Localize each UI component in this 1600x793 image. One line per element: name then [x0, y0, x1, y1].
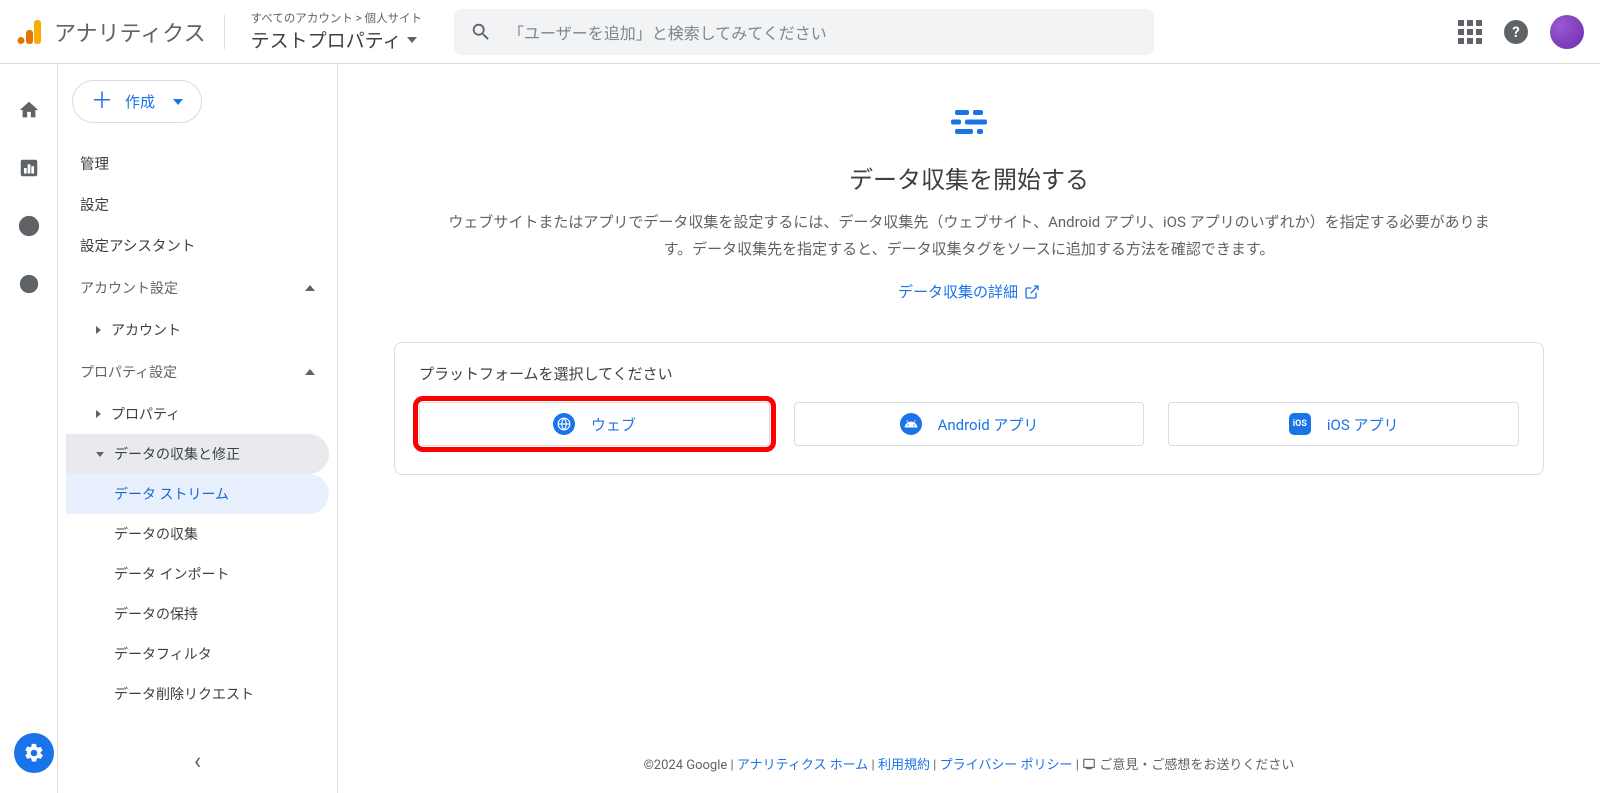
- hero-title: データ収集を開始する: [849, 160, 1089, 195]
- platform-ios-button[interactable]: iOS iOS アプリ: [1168, 402, 1519, 446]
- sidebar-item-admin[interactable]: 管理: [66, 143, 329, 184]
- card-title: プラットフォームを選択してください: [419, 363, 1519, 384]
- chevron-down-icon: [96, 452, 104, 457]
- chevron-right-icon: [96, 410, 101, 418]
- breadcrumb: すべてのアカウント > 個人サイト: [251, 10, 422, 26]
- web-icon: [553, 413, 575, 435]
- admin-sidebar: ＋ 作成 管理 設定 設定アシスタント アカウント設定 アカウント プロパティ設…: [58, 64, 338, 793]
- nav-rail: [0, 64, 58, 793]
- sidebar-item-data-deletion[interactable]: データ削除リクエスト: [66, 674, 329, 714]
- data-stream-icon: [951, 104, 987, 140]
- android-icon: [900, 413, 922, 435]
- admin-gear-icon[interactable]: [14, 733, 54, 773]
- apps-icon[interactable]: [1458, 20, 1482, 44]
- property-name: テストプロパティ: [251, 26, 402, 53]
- feedback-icon: [1082, 757, 1096, 775]
- chevron-down-icon: [173, 99, 183, 105]
- search-icon: [470, 21, 492, 43]
- app-header: アナリティクス すべてのアカウント > 個人サイト テストプロパティ 「ユーザー…: [0, 0, 1600, 64]
- divider: [224, 15, 225, 49]
- create-button[interactable]: ＋ 作成: [72, 80, 202, 123]
- account-section-header[interactable]: アカウント設定: [66, 266, 329, 310]
- property-section-header[interactable]: プロパティ設定: [66, 350, 329, 394]
- reports-icon[interactable]: [15, 154, 43, 182]
- sidebar-sub-data-collection[interactable]: データの収集と修正: [66, 434, 329, 474]
- platform-web-button[interactable]: ウェブ: [419, 402, 770, 446]
- chevron-up-icon: [305, 285, 315, 291]
- sidebar-sub-account[interactable]: アカウント: [66, 310, 329, 350]
- property-selector[interactable]: すべてのアカウント > 個人サイト テストプロパティ: [243, 8, 430, 55]
- main-content: データ収集を開始する ウェブサイトまたはアプリでデータ収集を設定するには、データ…: [338, 64, 1600, 793]
- chevron-up-icon: [305, 369, 315, 375]
- external-link-icon: [1024, 284, 1040, 300]
- sidebar-item-data-streams[interactable]: データ ストリーム: [66, 474, 329, 514]
- create-label: 作成: [125, 91, 155, 112]
- ios-icon: iOS: [1289, 413, 1311, 435]
- advertising-icon[interactable]: [15, 270, 43, 298]
- analytics-logo-icon: [16, 18, 44, 46]
- footer-link-terms[interactable]: 利用規約: [878, 758, 930, 773]
- logo-text: アナリティクス: [54, 16, 206, 48]
- help-icon[interactable]: ?: [1504, 20, 1528, 44]
- sidebar-item-data-collection[interactable]: データの収集: [66, 514, 329, 554]
- sidebar-item-assistant[interactable]: 設定アシスタント: [66, 225, 329, 266]
- chevron-down-icon: [407, 37, 417, 43]
- platform-android-button[interactable]: Android アプリ: [794, 402, 1145, 446]
- footer-link-privacy[interactable]: プライバシー ポリシー: [940, 758, 1073, 773]
- chevron-left-icon: ‹: [194, 747, 201, 775]
- logo[interactable]: アナリティクス: [16, 16, 206, 48]
- avatar[interactable]: [1550, 15, 1584, 49]
- footer: ©2024 Google | アナリティクス ホーム | 利用規約 | プライバ…: [338, 736, 1600, 793]
- sidebar-item-settings[interactable]: 設定: [66, 184, 329, 225]
- footer-link-home[interactable]: アナリティクス ホーム: [737, 758, 868, 773]
- sidebar-item-data-retention[interactable]: データの保持: [66, 594, 329, 634]
- chevron-right-icon: [96, 326, 101, 334]
- search-placeholder: 「ユーザーを追加」と検索してみてください: [508, 20, 827, 44]
- hero-text: ウェブサイトまたはアプリでデータ収集を設定するには、データ収集先（ウェブサイト、…: [444, 209, 1494, 263]
- sidebar-item-data-import[interactable]: データ インポート: [66, 554, 329, 594]
- hero-section: データ収集を開始する ウェブサイトまたはアプリでデータ収集を設定するには、データ…: [338, 64, 1600, 322]
- sidebar-item-data-filter[interactable]: データフィルタ: [66, 634, 329, 674]
- footer-feedback[interactable]: ご意見・ご感想をお送りください: [1099, 758, 1294, 773]
- hero-link[interactable]: データ収集の詳細: [898, 281, 1040, 302]
- sidebar-collapse-button[interactable]: ‹: [58, 747, 337, 775]
- sidebar-sub-property[interactable]: プロパティ: [66, 394, 329, 434]
- search-input[interactable]: 「ユーザーを追加」と検索してみてください: [454, 9, 1154, 55]
- home-icon[interactable]: [15, 96, 43, 124]
- explore-icon[interactable]: [15, 212, 43, 240]
- platform-card: プラットフォームを選択してください ウェブ Android アプリ: [394, 342, 1544, 475]
